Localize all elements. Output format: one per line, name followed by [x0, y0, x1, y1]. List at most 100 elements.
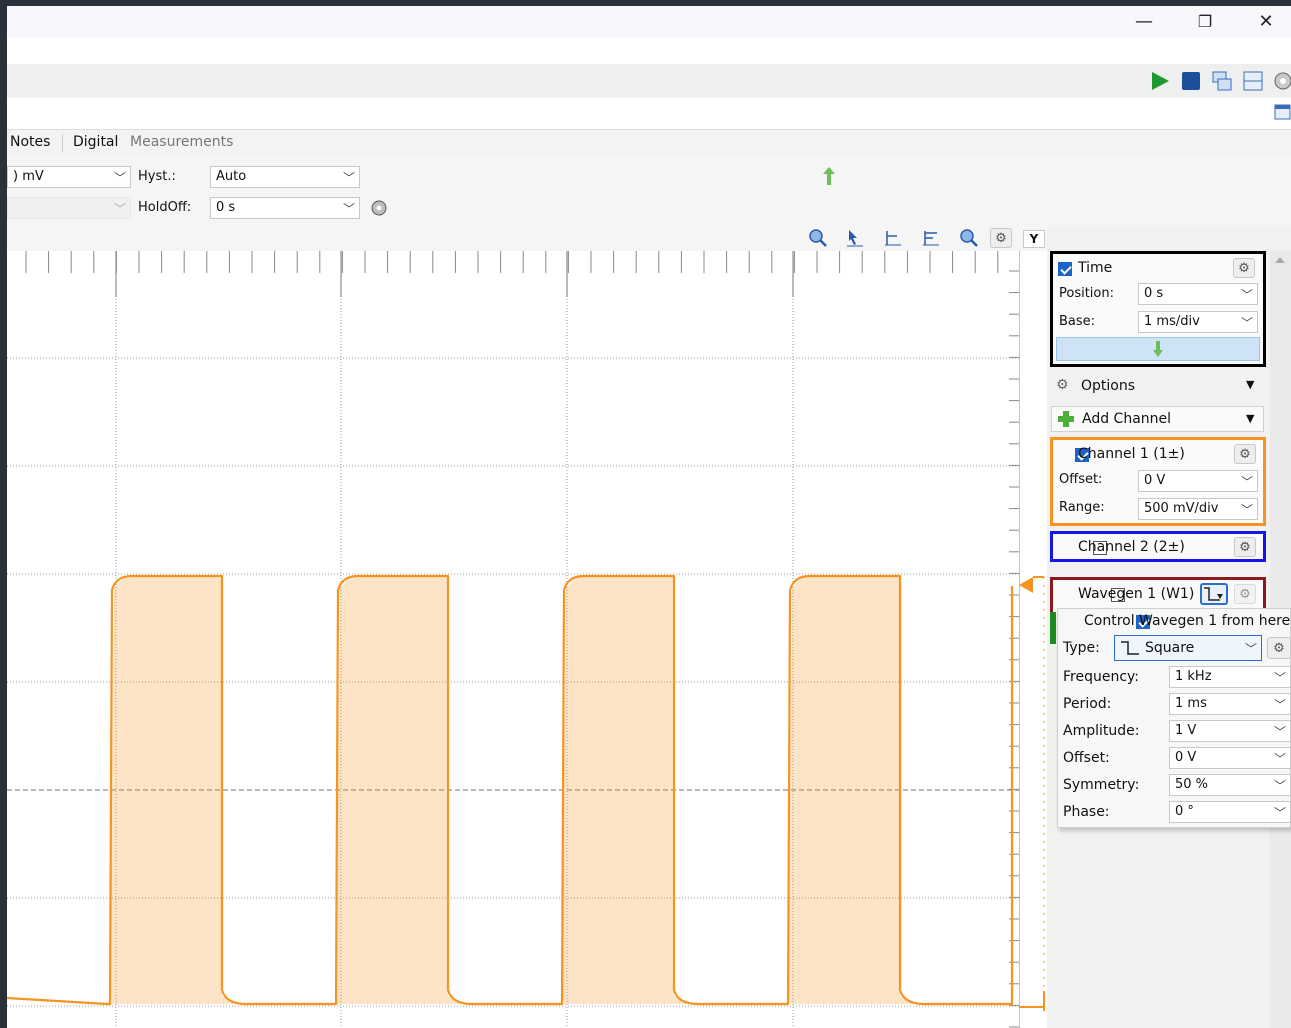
- trigger-source-select[interactable]: ﹀: [7, 197, 131, 219]
- wavegen-label: Wavegen 1 (W1): [1078, 586, 1195, 602]
- square-wave-icon: [1121, 641, 1139, 655]
- wavegen-param-select[interactable]: 0 V ﹀: [1169, 747, 1291, 769]
- oscilloscope-plot[interactable]: [7, 251, 1019, 1028]
- holdoff-select[interactable]: 0 s ﹀: [210, 197, 360, 219]
- collapse-up-button[interactable]: [818, 165, 840, 187]
- tile-icon: [1243, 71, 1263, 91]
- base-label: Base:: [1059, 314, 1096, 329]
- tab-measurements[interactable]: Measurements: [130, 134, 233, 150]
- title-bar: [7, 6, 1291, 37]
- chevron-down-icon: ﹀: [1240, 288, 1253, 302]
- plot-right-gutter: [1019, 251, 1047, 1028]
- y-axis-toggle[interactable]: Y: [1023, 230, 1045, 248]
- chevron-down-icon: ﹀: [1273, 671, 1286, 685]
- time-expand-button[interactable]: [1056, 337, 1260, 361]
- chevron-down-icon: ﹀: [1273, 752, 1286, 766]
- chevron-down-icon: ﹀: [1273, 779, 1286, 793]
- time-checkbox[interactable]: [1058, 261, 1072, 276]
- channel1-offset-select[interactable]: 0 V ﹀: [1138, 470, 1258, 492]
- stop-button[interactable]: [1180, 70, 1202, 92]
- gear-icon: ⚙: [1056, 377, 1069, 393]
- stop-icon: [1182, 72, 1200, 90]
- trigger-level-select[interactable]: ) mV ﹀: [7, 166, 131, 188]
- cursor-button[interactable]: [844, 227, 866, 249]
- chevron-down-icon: ﹀: [342, 202, 355, 216]
- cursor-icon: [847, 230, 863, 247]
- wavegen-mode-button[interactable]: [1200, 583, 1228, 605]
- settings-button[interactable]: [1272, 70, 1291, 92]
- align-left-button[interactable]: [882, 227, 904, 249]
- wavegen-param-label: Phase:: [1063, 804, 1110, 820]
- channel1-range-value: 500 mV/div: [1144, 501, 1219, 516]
- window-frame-left: [0, 0, 7, 1028]
- gear-icon: ⚙: [1273, 640, 1285, 656]
- restore-button[interactable]: ❐: [1182, 6, 1228, 36]
- control-wavegen-label: Control Wavegen 1 from here: [1084, 613, 1291, 629]
- time-label: Time: [1078, 260, 1113, 276]
- holdoff-label: HoldOff:: [138, 200, 192, 215]
- chevron-down-icon: ﹀: [113, 171, 126, 185]
- channel1-label: Channel 1 (1±): [1078, 446, 1185, 462]
- plot-settings-button[interactable]: ⚙: [990, 228, 1012, 248]
- trigger-toolbar: [7, 157, 1291, 227]
- time-base-select[interactable]: 1 ms/div ﹀: [1138, 311, 1258, 333]
- tab-notes[interactable]: Notes: [10, 134, 50, 150]
- wavegen-type-settings-button[interactable]: ⚙: [1267, 637, 1291, 659]
- wavegen-param-select[interactable]: 1 V ﹀: [1169, 720, 1291, 742]
- cascade-icon: [1212, 71, 1232, 91]
- wavegen-param-value: 1 V: [1175, 723, 1197, 738]
- chevron-down-icon: ﹀: [1240, 316, 1253, 330]
- chevron-down-icon: ﹀: [1273, 806, 1286, 820]
- cascade-windows-button[interactable]: [1211, 70, 1233, 92]
- wavegen-param-select[interactable]: 1 kHz ﹀: [1169, 666, 1291, 688]
- hyst-label: Hyst.:: [138, 169, 176, 184]
- channel1-range-select[interactable]: 500 mV/div ﹀: [1138, 498, 1258, 520]
- wavegen-param-value: 1 kHz: [1175, 669, 1212, 684]
- time-position-select[interactable]: 0 s ﹀: [1138, 283, 1258, 305]
- window-button[interactable]: [1272, 102, 1291, 122]
- chevron-down-icon: ﹀: [113, 202, 126, 216]
- hyst-select[interactable]: Auto ﹀: [210, 166, 360, 188]
- minimize-button[interactable]: —: [1121, 6, 1167, 36]
- wavegen-param-label: Frequency:: [1063, 669, 1140, 685]
- play-icon: [1152, 72, 1169, 90]
- plot-canvas[interactable]: [7, 251, 1019, 1028]
- position-label: Position:: [1059, 286, 1114, 301]
- wavegen-param-select[interactable]: 1 ms ﹀: [1169, 693, 1291, 715]
- chevron-down-icon: ﹀: [1273, 698, 1286, 712]
- zoom-out-icon: [960, 229, 978, 247]
- gear-icon: ⚙: [1238, 260, 1250, 276]
- gear-icon: ⚙: [1239, 446, 1251, 462]
- wavegen-param-value: 50 %: [1175, 777, 1209, 792]
- wavegen-param-select[interactable]: 50 % ﹀: [1169, 774, 1291, 796]
- tile-windows-button[interactable]: [1242, 70, 1264, 92]
- tab-digital[interactable]: Digital: [73, 134, 118, 150]
- channel1-offset-marker: [1019, 577, 1033, 593]
- gear-icon: ⚙: [1239, 539, 1251, 555]
- time-position-value: 0 s: [1144, 286, 1164, 301]
- wavegen-param-label: Offset:: [1063, 750, 1110, 766]
- time-base-value: 1 ms/div: [1144, 314, 1200, 329]
- wavegen-param-value: 0 V: [1175, 750, 1197, 765]
- wavegen-status-strip: [1050, 612, 1056, 644]
- hyst-value: Auto: [216, 169, 247, 184]
- zoom-out-button[interactable]: [958, 227, 980, 249]
- chevron-down-icon: ﹀: [1240, 475, 1253, 489]
- wavegen-type-select[interactable]: Square ﹀: [1114, 635, 1262, 661]
- channel2-settings-button[interactable]: ⚙: [1234, 537, 1256, 557]
- window-icon: [1274, 104, 1291, 120]
- run-button[interactable]: [1149, 70, 1171, 92]
- zoom-in-button[interactable]: [807, 227, 829, 249]
- channel1-range-label: Range:: [1059, 500, 1105, 515]
- main-toolbar: [7, 64, 1291, 99]
- wavegen-settings-button[interactable]: ⚙: [1234, 584, 1256, 604]
- wavegen-param-select[interactable]: 0 ° ﹀: [1169, 801, 1291, 823]
- close-button[interactable]: ✕: [1243, 6, 1289, 36]
- channel1-settings-button[interactable]: ⚙: [1234, 444, 1256, 464]
- channel1-offset-label: Offset:: [1059, 472, 1103, 487]
- align-top-button[interactable]: [920, 227, 942, 249]
- time-settings-button[interactable]: ⚙: [1233, 258, 1255, 278]
- holdoff-value: 0 s: [216, 200, 236, 215]
- gear-icon: ⚙: [1239, 586, 1251, 602]
- trigger-settings-button[interactable]: [368, 197, 390, 219]
